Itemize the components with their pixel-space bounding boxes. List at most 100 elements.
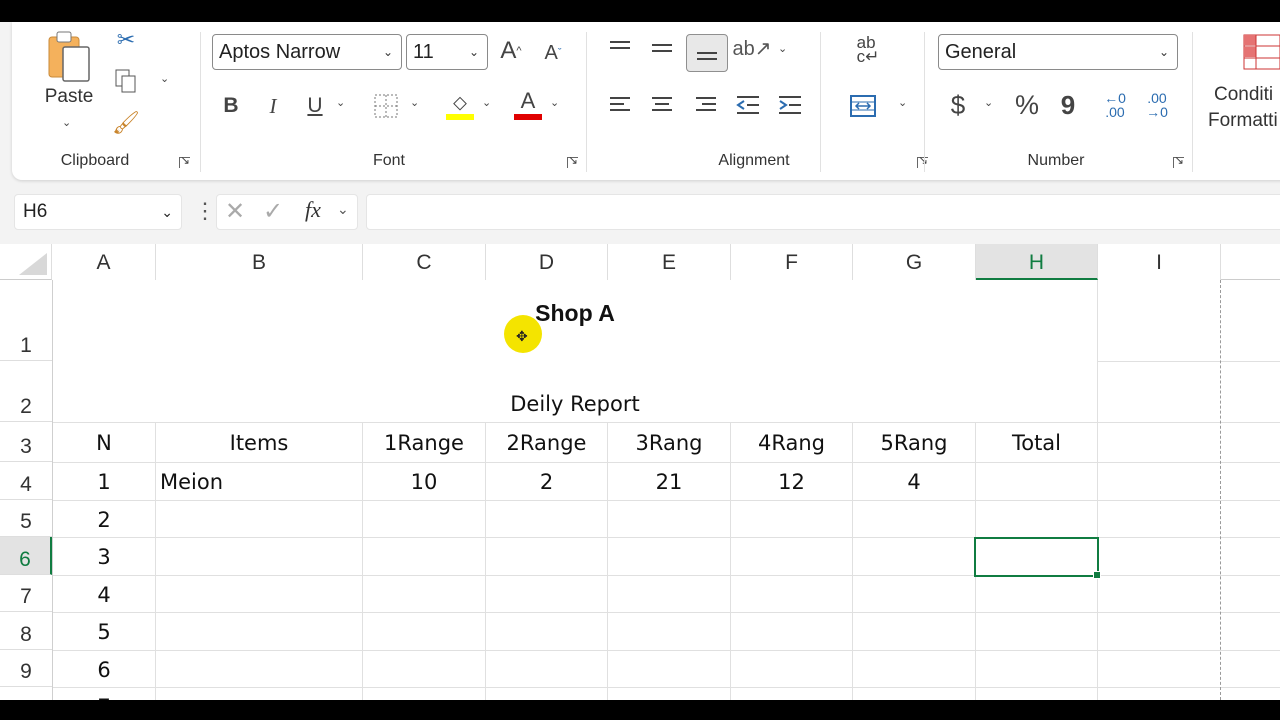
percent-icon[interactable]: % — [1010, 88, 1044, 122]
copy-icon[interactable] — [112, 66, 140, 96]
paste-icon[interactable] — [44, 28, 94, 86]
row-header-10[interactable]: 10 — [0, 687, 52, 700]
header-cell[interactable]: 3Rang — [608, 424, 730, 462]
select-all-corner[interactable] — [0, 244, 52, 280]
currency-icon[interactable]: $ — [944, 88, 972, 122]
header-cell[interactable]: 4Rang — [731, 424, 852, 462]
table-cell[interactable]: 4 — [853, 464, 975, 500]
underline-button[interactable]: U — [302, 90, 328, 122]
wrap-text-icon[interactable]: ab c↵ — [850, 32, 886, 68]
copy-dropdown-icon[interactable]: ⌄ — [160, 72, 169, 85]
alignment-launcher-icon[interactable] — [916, 153, 928, 168]
bold-button[interactable]: B — [218, 90, 244, 122]
column-header-i[interactable]: I — [1098, 244, 1221, 280]
chevron-down-icon[interactable]: ⌄ — [337, 201, 349, 218]
align-top-icon[interactable] — [606, 36, 634, 62]
table-cell[interactable]: 21 — [608, 464, 730, 500]
table-cell[interactable]: 6 — [52, 652, 156, 687]
row-header-8[interactable]: 8 — [0, 612, 52, 650]
active-cell-h6[interactable] — [974, 537, 1101, 579]
shrink-font-icon[interactable]: Aˇ — [538, 38, 568, 68]
table-cell[interactable]: 3 — [52, 539, 156, 575]
align-bottom-button[interactable] — [686, 34, 728, 72]
decrease-indent-icon[interactable] — [734, 90, 762, 120]
column-header-e[interactable]: E — [608, 244, 731, 280]
row-header-5[interactable]: 5 — [0, 500, 52, 537]
table-cell[interactable]: 10 — [363, 464, 485, 500]
align-middle-icon[interactable] — [648, 36, 676, 62]
sheet-title[interactable]: Shop A — [52, 280, 1098, 346]
increase-indent-icon[interactable] — [776, 90, 804, 120]
italic-button[interactable]: I — [260, 90, 286, 122]
column-header-g[interactable]: G — [853, 244, 976, 280]
column-header-d[interactable]: D — [486, 244, 608, 280]
column-header-b[interactable]: B — [156, 244, 363, 280]
row-header-7[interactable]: 7 — [0, 575, 52, 612]
header-cell[interactable]: Total — [976, 424, 1097, 462]
align-left-icon[interactable] — [606, 90, 634, 120]
name-box[interactable]: H6 ⌄ — [14, 194, 182, 230]
merge-center-icon[interactable] — [848, 92, 878, 120]
row-header-3[interactable]: 3 — [0, 422, 52, 462]
insert-function-button[interactable]: fx — [305, 197, 321, 223]
row-header-6[interactable]: 6 — [0, 537, 52, 575]
comma-style-icon[interactable]: 9 — [1056, 88, 1080, 122]
conditional-formatting-label-2[interactable]: Formatti — [1208, 110, 1278, 132]
font-launcher-icon[interactable] — [566, 153, 578, 168]
header-cell[interactable]: Items — [156, 424, 362, 462]
table-cell[interactable]: 1 — [52, 464, 156, 500]
align-right-icon[interactable] — [692, 90, 720, 120]
fill-color-dropdown-icon[interactable]: ⌄ — [482, 96, 491, 109]
underline-dropdown-icon[interactable]: ⌄ — [336, 96, 345, 109]
header-cell[interactable]: 2Range — [486, 424, 607, 462]
enter-icon[interactable]: ✓ — [263, 197, 283, 226]
font-color-dropdown-icon[interactable]: ⌄ — [550, 96, 559, 109]
paste-dropdown-icon[interactable]: ⌄ — [62, 116, 71, 129]
column-header-a[interactable]: A — [52, 244, 156, 280]
header-cell[interactable]: 5Rang — [853, 424, 975, 462]
table-cell[interactable]: 2 — [52, 502, 156, 537]
number-launcher-icon[interactable] — [1172, 153, 1184, 168]
table-cell[interactable]: 4 — [52, 577, 156, 612]
table-cell[interactable] — [976, 464, 1097, 500]
align-center-icon[interactable] — [648, 90, 676, 120]
table-cell[interactable]: 7 — [52, 689, 156, 700]
row-header-9[interactable]: 9 — [0, 650, 52, 687]
header-cell[interactable]: 1Range — [363, 424, 485, 462]
worksheet-grid[interactable]: A B C D E F G H I 1 2 3 4 5 6 7 8 9 10 — [0, 244, 1280, 700]
table-cell[interactable]: 5 — [52, 614, 156, 650]
paste-label[interactable]: Paste — [44, 86, 94, 108]
table-cell[interactable]: Meion — [160, 464, 360, 500]
row-header-4[interactable]: 4 — [0, 462, 52, 500]
clipboard-launcher-icon[interactable] — [178, 153, 190, 168]
table-cell[interactable]: 2 — [486, 464, 607, 500]
column-header-h[interactable]: H — [976, 244, 1098, 280]
row-header-2[interactable]: 2 — [0, 361, 52, 422]
decrease-decimal-icon[interactable]: .00 →0 — [1140, 88, 1174, 122]
borders-dropdown-icon[interactable]: ⌄ — [410, 96, 419, 109]
orientation-dropdown-icon[interactable]: ⌄ — [778, 42, 787, 55]
currency-dropdown-icon[interactable]: ⌄ — [984, 96, 993, 109]
sheet-subtitle[interactable]: Deily Report — [52, 386, 1098, 422]
formula-input[interactable] — [366, 194, 1280, 230]
header-cell[interactable]: N — [52, 424, 156, 462]
font-family-select[interactable]: Aptos Narrow ⌄ — [212, 34, 402, 70]
increase-decimal-icon[interactable]: ←0 .00 — [1098, 88, 1132, 122]
merge-dropdown-icon[interactable]: ⌄ — [898, 96, 907, 109]
conditional-formatting-icon[interactable] — [1242, 32, 1280, 72]
more-options-icon[interactable]: ⋮ — [194, 198, 216, 224]
column-header-c[interactable]: C — [363, 244, 486, 280]
conditional-formatting-label-1[interactable]: Conditi — [1214, 84, 1273, 106]
borders-icon[interactable] — [372, 92, 400, 120]
font-size-select[interactable]: 11 ⌄ — [406, 34, 488, 70]
cancel-icon[interactable]: ✕ — [225, 197, 245, 226]
orientation-icon[interactable]: ab↗ — [733, 34, 772, 62]
font-color-icon[interactable]: A — [514, 86, 542, 116]
row-header-1[interactable]: 1 — [0, 280, 52, 361]
table-cell[interactable]: 12 — [731, 464, 852, 500]
grow-font-icon[interactable]: A ^ — [496, 36, 526, 66]
number-format-select[interactable]: General ⌄ — [938, 34, 1178, 70]
cut-icon[interactable]: ✂ — [114, 26, 138, 54]
column-header-f[interactable]: F — [731, 244, 853, 280]
format-painter-icon[interactable]: 🖌 — [112, 108, 140, 138]
